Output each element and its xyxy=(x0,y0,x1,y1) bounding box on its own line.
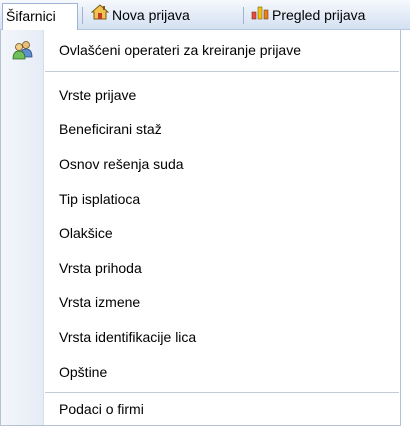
menu-item-vrsta-prihoda[interactable]: Vrsta prihoda xyxy=(1,253,401,283)
menu-separator xyxy=(45,392,399,393)
menu-item-label: Osnov rešenja suda xyxy=(59,156,184,172)
menu-item-label: Vrsta identifikacije lica xyxy=(59,329,197,345)
menu-sifarnici-label: Šifarnici xyxy=(6,8,56,24)
menu-item-label: Vrste prijave xyxy=(59,87,137,103)
menu-item-olaksice[interactable]: Olakšice xyxy=(1,218,401,248)
menu-item-label: Beneficirani staž xyxy=(59,121,162,137)
sifarnici-dropdown-menu: Ovlašćeni operateri za kreiranje prijave… xyxy=(0,30,401,426)
users-icon xyxy=(12,40,34,63)
menu-sifarnici[interactable]: Šifarnici xyxy=(2,3,78,30)
menu-item-label: Tip isplatioca xyxy=(59,191,141,207)
menu-pregled-prijava[interactable]: Pregled prijava xyxy=(247,3,369,27)
menu-item-osnov-resenja-suda[interactable]: Osnov rešenja suda xyxy=(1,149,401,179)
menu-item-label: Opštine xyxy=(59,364,108,380)
menu-item-ovlasceni-operateri[interactable]: Ovlašćeni operateri za kreiranje prijave xyxy=(1,35,401,65)
menu-item-label: Podaci o firmi xyxy=(59,401,144,417)
menu-nova-prijava[interactable]: Nova prijava xyxy=(87,3,194,27)
menu-separator xyxy=(45,71,399,72)
menu-item-opstine[interactable]: Opštine xyxy=(1,357,401,387)
home-icon xyxy=(90,3,110,27)
menu-item-label: Vrsta prihoda xyxy=(59,260,142,276)
menu-item-podaci-o-firmi[interactable]: Podaci o firmi xyxy=(1,394,401,424)
menu-item-label: Ovlašćeni operateri za kreiranje prijave xyxy=(59,42,301,58)
menu-item-label: Vrsta izmene xyxy=(59,294,141,310)
menubar-separator xyxy=(82,7,83,24)
menu-item-vrsta-izmene[interactable]: Vrsta izmene xyxy=(1,287,401,317)
menu-item-vrste-prijave[interactable]: Vrste prijave xyxy=(1,80,401,110)
menu-item-beneficirani-staz[interactable]: Beneficirani staž xyxy=(1,114,401,144)
menu-item-label: Olakšice xyxy=(59,225,113,241)
menu-item-vrsta-identifikacije-lica[interactable]: Vrsta identifikacije lica xyxy=(1,322,401,352)
menu-nova-prijava-label: Nova prijava xyxy=(112,7,190,23)
menu-pregled-prijava-label: Pregled prijava xyxy=(272,7,366,23)
menu-item-tip-isplatioca[interactable]: Tip isplatioca xyxy=(1,184,401,214)
menu-bar: Šifarnici Nova prijava Pregled prijava xyxy=(0,0,410,30)
bar-chart-icon xyxy=(251,3,269,27)
menubar-separator xyxy=(243,7,244,24)
